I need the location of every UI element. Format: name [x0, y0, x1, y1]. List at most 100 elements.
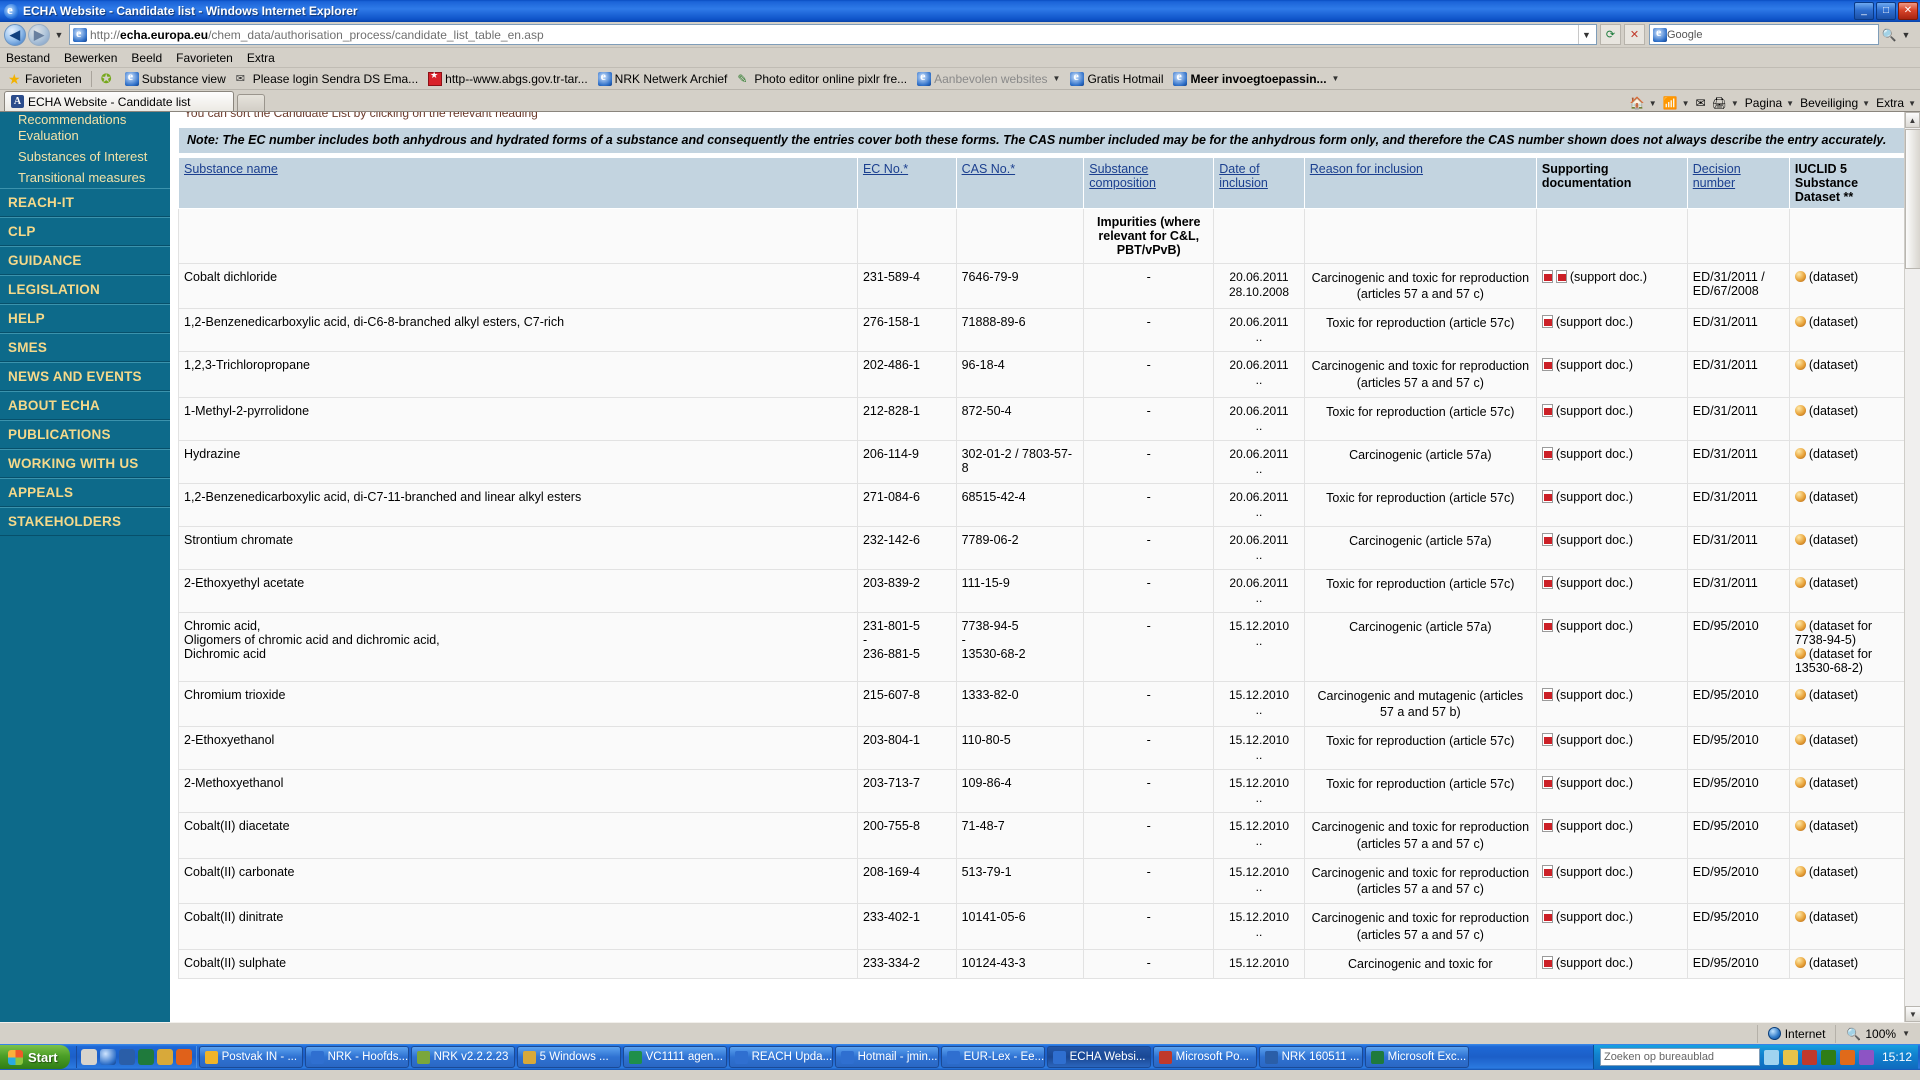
refresh-button[interactable]: ⟳ [1600, 24, 1621, 45]
taskbar-item[interactable]: Postvak IN - ... [198, 1046, 303, 1068]
col-header-link[interactable]: Reason for inclusion [1310, 162, 1423, 176]
media-player-icon[interactable] [156, 1049, 173, 1065]
tray-volume-icon[interactable] [1782, 1049, 1798, 1065]
taskbar-item[interactable]: VC1111 agen... [622, 1046, 727, 1068]
sidebar-item-help[interactable]: HELP [0, 304, 170, 333]
col-header-link[interactable]: Decision number [1693, 162, 1741, 190]
dataset-link[interactable]: (dataset) [1809, 865, 1858, 879]
table-row[interactable]: Hydrazine 206-114-9 302-01-2 / 7803-57-8-2… [178, 439, 1907, 484]
print-icon[interactable]: 🖨 ▼ [1712, 96, 1739, 110]
support-doc-link[interactable]: (support doc.) [1556, 358, 1633, 372]
col-header-link[interactable]: EC No.* [863, 162, 908, 176]
fav-aanbevolen-websites[interactable]: Aanbevolen websites ▼ [913, 69, 1064, 86]
sidebar-item-transitional-measures[interactable]: Transitional measures [0, 167, 170, 188]
menu-item-bewerken[interactable]: Bewerken [64, 51, 117, 65]
tray-battery-icon[interactable] [1839, 1049, 1855, 1065]
taskbar-item[interactable]: EUR-Lex - Ee... [940, 1046, 1045, 1068]
feed-icon[interactable]: 📶 ▼ [1663, 96, 1690, 110]
cell-iuclid-dataset[interactable]: (dataset) [1788, 769, 1907, 814]
dataset-link[interactable]: (dataset) [1809, 533, 1858, 547]
support-doc-link[interactable]: (support doc.) [1556, 688, 1633, 702]
start-button[interactable]: Start [0, 1045, 70, 1069]
search-provider-caret-icon[interactable]: ▼ [1899, 30, 1913, 40]
sidebar-item-stakeholders[interactable]: STAKEHOLDERS [0, 507, 170, 536]
col-substance-name[interactable]: Substance name [178, 156, 858, 209]
table-row[interactable]: Cobalt(II) dinitrate 233-402-1 10141-05-6-… [178, 903, 1907, 950]
support-doc-link[interactable]: (support doc.) [1556, 619, 1633, 633]
back-button[interactable]: ◀ [4, 23, 26, 46]
support-doc-link[interactable]: (support doc.) [1556, 733, 1633, 747]
table-row[interactable]: Chromium trioxide 215-607-8 1333-82-0-15.1… [178, 680, 1907, 728]
tray-antivirus-icon[interactable] [1820, 1049, 1836, 1065]
cell-iuclid-dataset[interactable]: (dataset) [1788, 396, 1907, 441]
status-security-zone[interactable]: Internet [1756, 1024, 1836, 1043]
table-row[interactable]: 1,2-Benzenedicarboxylic acid, di-C7-11-b… [178, 482, 1907, 527]
table-row[interactable]: 2-Ethoxyethanol 203-804-1 110-80-5-15.12.2… [178, 726, 1907, 771]
cell-supporting-documentation[interactable]: (support doc.) [1535, 948, 1688, 980]
cell-iuclid-dataset[interactable]: (dataset) [1788, 439, 1907, 484]
cell-supporting-documentation[interactable]: (support doc.) [1535, 857, 1688, 905]
table-row[interactable]: Cobalt(II) sulphate 233-334-2 10124-43-3-1… [178, 948, 1907, 980]
favorites-button[interactable]: ★ Favorieten [4, 72, 86, 86]
tray-misc-icon[interactable] [1858, 1049, 1874, 1065]
col-header-link[interactable]: CAS No.* [962, 162, 1016, 176]
cell-supporting-documentation[interactable]: (support doc.) [1535, 680, 1688, 728]
fav-meer-invoegtoepassingen[interactable]: Meer invoegtoepassin... ▼ [1169, 69, 1343, 86]
sidebar-item-about-echa[interactable]: ABOUT ECHA [0, 391, 170, 420]
dataset-link[interactable]: (dataset for 13530-68-2) [1795, 647, 1872, 675]
cell-iuclid-dataset[interactable]: (dataset) [1788, 812, 1907, 859]
dataset-link[interactable]: (dataset) [1809, 315, 1858, 329]
cell-supporting-documentation[interactable]: (support doc.) [1535, 769, 1688, 814]
stop-button[interactable]: ✕ [1624, 24, 1645, 45]
zoom-caret-icon[interactable]: ▼ [1902, 1029, 1910, 1038]
taskbar-clock[interactable]: 15:12 [1878, 1050, 1912, 1064]
taskbar-item[interactable]: REACH Upda... [728, 1046, 833, 1068]
taskbar-item[interactable]: Microsoft Po... [1152, 1046, 1257, 1068]
col-substance-composition[interactable]: Substance composition [1083, 156, 1215, 209]
page-scrollbar[interactable]: ▲ ▼ [1904, 112, 1920, 1022]
command-pagina[interactable]: Pagina ▼ [1745, 96, 1794, 110]
table-row[interactable]: 2-Ethoxyethyl acetate 203-839-2 111-15-9-2… [178, 568, 1907, 613]
cell-supporting-documentation[interactable]: (support doc.) [1535, 903, 1688, 950]
dataset-link[interactable]: (dataset) [1809, 956, 1858, 970]
table-row[interactable]: Cobalt(II) carbonate 208-169-4 513-79-1-15… [178, 857, 1907, 905]
menu-item-extra[interactable]: Extra [247, 51, 275, 65]
search-input[interactable]: Google [1667, 29, 1702, 41]
scrollbar-thumb[interactable] [1905, 129, 1920, 269]
cell-iuclid-dataset[interactable]: (dataset) [1788, 903, 1907, 950]
address-bar[interactable]: http://echa.europa.eu/chem_data/authoris… [69, 24, 1597, 45]
dataset-link[interactable]: (dataset) [1809, 404, 1858, 418]
fav-substance-view[interactable]: Substance view [121, 69, 230, 86]
table-row[interactable]: 1,2,3-Trichloropropane 202-486-1 96-18-4-2… [178, 351, 1907, 398]
new-tab-button[interactable] [237, 94, 265, 111]
minimize-button[interactable]: _ [1854, 2, 1874, 20]
sidebar-item-smes[interactable]: SMES [0, 333, 170, 362]
support-doc-link[interactable]: (support doc.) [1556, 404, 1633, 418]
sidebar-item-guidance[interactable]: GUIDANCE [0, 246, 170, 275]
sidebar-item-publications[interactable]: PUBLICATIONS [0, 420, 170, 449]
sidebar-item-substances-of-interest[interactable]: Substances of Interest [0, 146, 170, 167]
support-doc-link[interactable]: (support doc.) [1556, 490, 1633, 504]
command-extra[interactable]: Extra ▼ [1876, 96, 1916, 110]
support-doc-link[interactable]: (support doc.) [1556, 776, 1633, 790]
history-dropdown-icon[interactable]: ▼ [52, 30, 66, 40]
sidebar-item-legislation[interactable]: LEGISLATION [0, 275, 170, 304]
command-beveiliging[interactable]: Beveiliging ▼ [1800, 96, 1870, 110]
tab-echa-candidate-list[interactable]: A ECHA Website - Candidate list [4, 91, 234, 111]
table-row[interactable]: Chromic acid, Oligomers of chromic acid a… [178, 611, 1907, 682]
col-header-link[interactable]: Date of inclusion [1219, 162, 1268, 190]
status-zoom[interactable]: 🔍 100% ▼ [1835, 1024, 1916, 1043]
cell-iuclid-dataset[interactable]: (dataset) [1788, 726, 1907, 771]
home-icon[interactable]: 🏠 ▼ [1630, 96, 1657, 110]
outlook-launch-icon[interactable] [118, 1049, 135, 1065]
col-date-of-inclusion[interactable]: Date of inclusion [1213, 156, 1305, 209]
dataset-link[interactable]: (dataset) [1809, 270, 1858, 284]
col-cas-no[interactable]: CAS No.* [955, 156, 1085, 209]
taskbar-item[interactable]: Microsoft Exc... [1364, 1046, 1469, 1068]
cell-iuclid-dataset[interactable]: (dataset) [1788, 680, 1907, 728]
dataset-link[interactable]: (dataset) [1809, 733, 1858, 747]
read-mail-icon[interactable]: ✉ [1696, 96, 1706, 110]
fav-abgs[interactable]: http--www.abgs.gov.tr-tar... [424, 70, 592, 86]
col-decision-number[interactable]: Decision number [1686, 156, 1790, 209]
dataset-link[interactable]: (dataset) [1809, 776, 1858, 790]
